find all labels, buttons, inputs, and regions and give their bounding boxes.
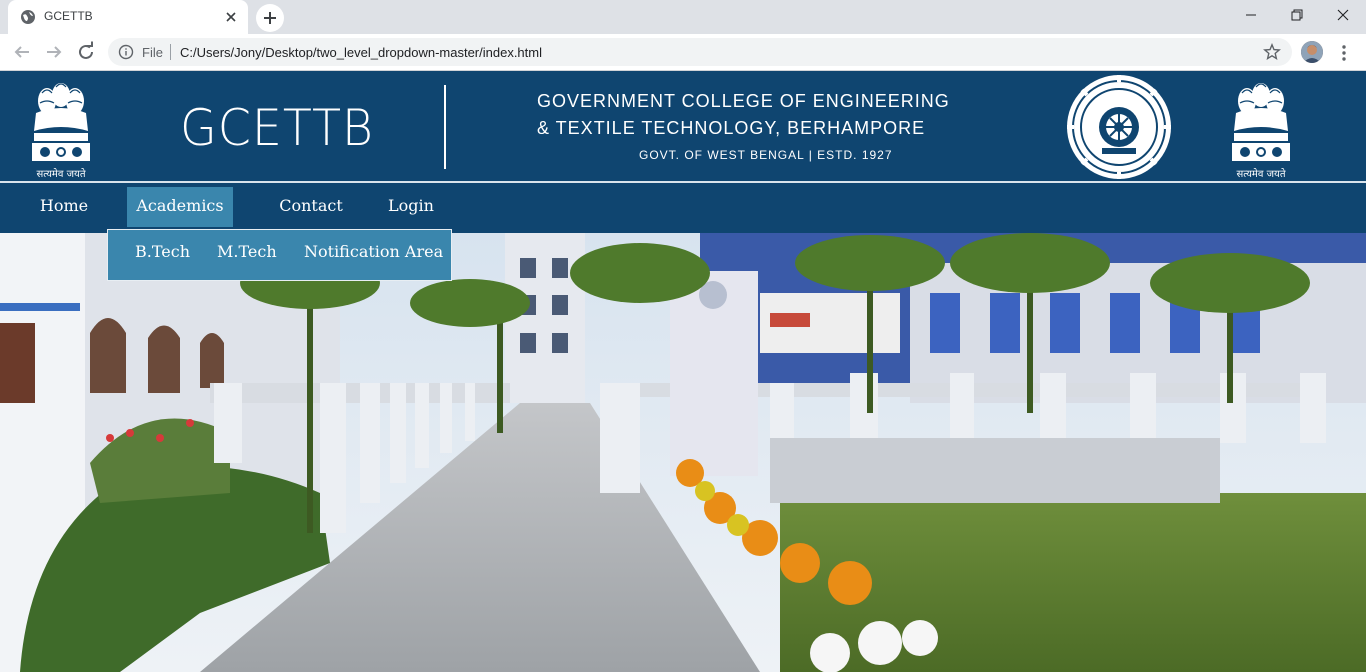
college-name-line1: GOVERNMENT COLLEGE OF ENGINEERING: [537, 91, 950, 111]
college-seal-icon: [1067, 75, 1171, 179]
minimize-icon: [1246, 14, 1256, 16]
info-icon[interactable]: [118, 44, 134, 60]
avatar[interactable]: [1301, 41, 1323, 63]
main-nav: Home Academics Contact Login: [0, 183, 1366, 233]
nav-home[interactable]: Home: [30, 187, 98, 227]
profile-photo-icon: [1301, 41, 1323, 63]
national-emblem-icon: सत्यमेव जयते: [32, 83, 90, 180]
kebab-menu-icon[interactable]: [1336, 43, 1352, 63]
college-name-line2: & TEXTILE TECHNOLOGY, BERHAMPORE: [537, 118, 926, 138]
close-window-button[interactable]: [1320, 0, 1366, 30]
hero-campus-image: [0, 233, 1366, 672]
restore-icon: [1291, 9, 1303, 21]
academics-dropdown: B.Tech M.Tech Notification Area: [107, 229, 452, 281]
emblem-motto: सत्यमेव जयते: [36, 168, 85, 180]
address-bar[interactable]: File C:/Users/Jony/Desktop/two_level_dro…: [108, 38, 1292, 66]
tab-title: GCETTB: [44, 9, 93, 23]
close-icon[interactable]: [222, 8, 240, 26]
emblem-motto: सत्यमेव जयते: [1236, 168, 1285, 180]
url-scheme-label: File: [142, 45, 163, 60]
site-header: सत्यमेव जयते GCETTB GOVERNMENT COLLEGE O…: [0, 71, 1366, 181]
brand-divider: [444, 85, 446, 169]
national-emblem-icon: सत्यमेव जयते: [1232, 83, 1290, 180]
new-tab-button[interactable]: [256, 4, 284, 32]
dropdown-item-mtech[interactable]: M.Tech: [217, 242, 277, 261]
college-subtitle: GOVT. OF WEST BENGAL | ESTD. 1927: [639, 148, 893, 162]
forward-icon[interactable]: [42, 40, 66, 64]
browser-tab[interactable]: GCETTB: [8, 0, 248, 34]
nav-login[interactable]: Login: [380, 187, 442, 227]
plus-icon: [264, 12, 276, 24]
close-icon: [1337, 9, 1349, 21]
minimize-button[interactable]: [1228, 0, 1274, 30]
star-icon[interactable]: [1263, 43, 1281, 61]
brand-logo-text[interactable]: GCETTB: [180, 99, 374, 157]
url-separator: [170, 44, 171, 60]
restore-button[interactable]: [1274, 0, 1320, 30]
globe-icon: [21, 10, 35, 24]
back-icon[interactable]: [10, 40, 34, 64]
nav-contact[interactable]: Contact: [268, 187, 354, 227]
nav-academics[interactable]: Academics: [127, 187, 233, 227]
dropdown-item-notification-area[interactable]: Notification Area: [304, 242, 443, 261]
reload-icon[interactable]: [74, 40, 98, 64]
dropdown-item-btech[interactable]: B.Tech: [135, 242, 190, 261]
url-text[interactable]: C:/Users/Jony/Desktop/two_level_dropdown…: [180, 45, 542, 60]
browser-toolbar: File C:/Users/Jony/Desktop/two_level_dro…: [0, 34, 1366, 71]
tab-strip: GCETTB: [0, 0, 1366, 34]
